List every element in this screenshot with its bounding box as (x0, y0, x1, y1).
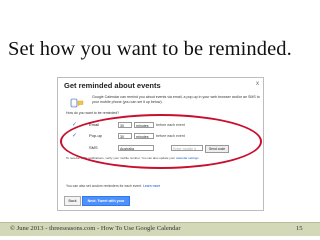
custom-reminder-note: You can also set custom reminders for ea… (66, 184, 160, 189)
custom-note-text: You can also set custom reminders for ea… (66, 184, 143, 188)
next-button[interactable]: Next: Tweet with your mobile (82, 196, 130, 210)
footer-text: © June 2013 - threeseasons.com - How To … (10, 225, 181, 232)
back-button[interactable]: Back (64, 196, 81, 206)
page-number: 15 (296, 225, 303, 232)
dialog-title: Get reminded about events (64, 81, 161, 90)
how-label: How do you want to be reminded? (66, 111, 120, 115)
slide-title: Set how you want to be reminded. (8, 38, 292, 60)
highlight-oval (60, 114, 262, 169)
phone-icon (70, 98, 84, 108)
close-icon[interactable]: x (256, 81, 259, 87)
intro-text: Google Calendar can remind you about eve… (92, 95, 260, 104)
learn-more-link[interactable]: Learn more (143, 184, 160, 188)
